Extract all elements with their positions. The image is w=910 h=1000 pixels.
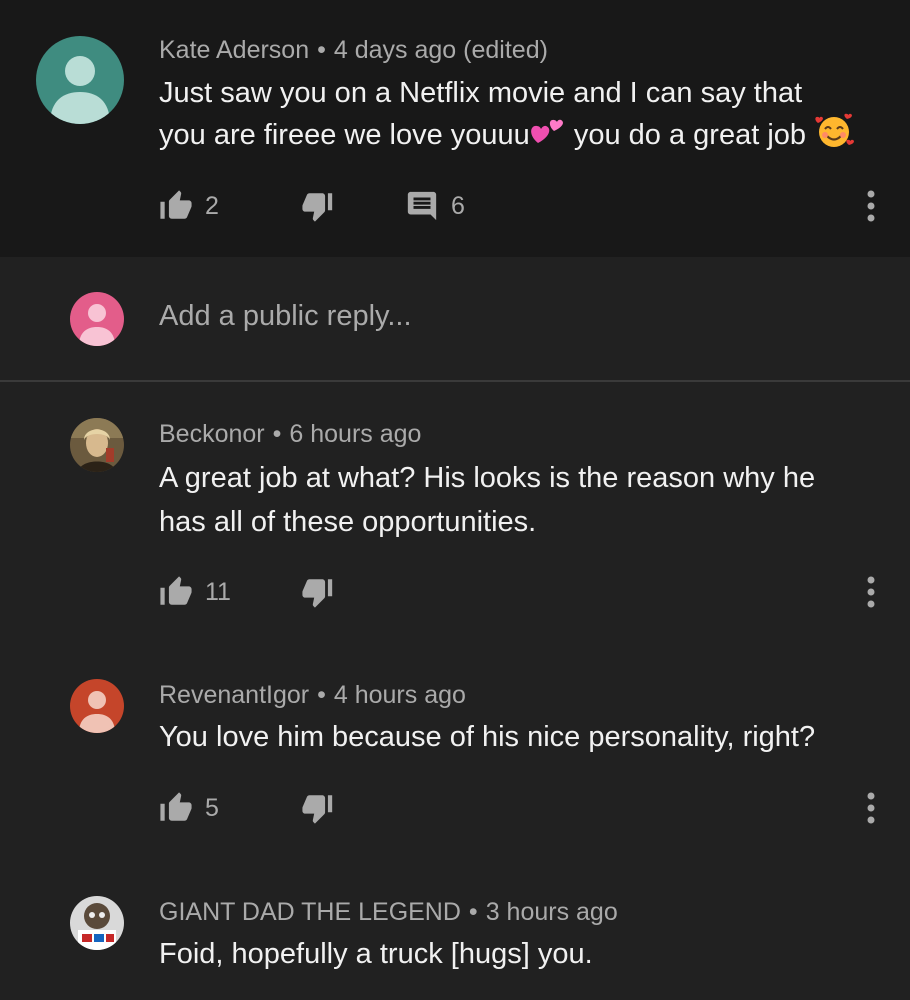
separator: •: [317, 681, 326, 709]
comment-meta: RevenantIgor • 4 hours ago: [159, 681, 466, 710]
reply-count: 6: [451, 191, 465, 220]
avatar[interactable]: [70, 896, 124, 950]
reply-input[interactable]: Add a public reply...: [159, 300, 412, 333]
comment-text: A great job at what? His looks is the re…: [159, 456, 899, 544]
dislike-button[interactable]: [301, 788, 335, 828]
more-options-button[interactable]: [861, 572, 881, 612]
two-hearts-emoji-icon: [530, 115, 566, 158]
like-count: 2: [205, 191, 219, 220]
dislike-button[interactable]: [301, 572, 335, 612]
timestamp[interactable]: 3 hours ago: [486, 898, 618, 926]
like-button[interactable]: 2: [159, 186, 219, 226]
like-button[interactable]: 5: [159, 788, 219, 828]
like-count: 11: [205, 577, 231, 606]
comment-meta: GIANT DAD THE LEGEND • 3 hours ago: [159, 898, 618, 927]
comment-text-part: you are fireee we love youuu: [159, 119, 530, 152]
default-avatar-icon: [70, 679, 124, 733]
more-options-button[interactable]: [861, 788, 881, 828]
comment-line: You love him because of his nice persona…: [159, 721, 816, 753]
avatar[interactable]: [70, 418, 124, 472]
replies-button[interactable]: 6: [405, 186, 465, 226]
add-reply-bar: [0, 257, 910, 382]
more-options-button[interactable]: [861, 186, 881, 226]
comment-text-part: you do a great job: [565, 119, 815, 152]
comment-line: you are fireee we love youuu you do a gr…: [159, 113, 899, 160]
top-comment: Kate Aderson • 4 days ago (edited) Just sa…: [0, 0, 910, 257]
comment-line: A great job at what? His looks is the re…: [159, 462, 816, 494]
default-avatar-icon: [70, 292, 124, 346]
comment-line: has all of these opportunities.: [159, 506, 537, 538]
thumbs-down-icon: [302, 193, 333, 222]
comment-text: Just saw you on a Netflix movie and I ca…: [159, 74, 899, 160]
comment-text: Foid, hopefully a truck [hugs] you.: [159, 935, 899, 974]
thumbs-down-icon: [302, 795, 333, 824]
thumbs-down-icon: [302, 579, 333, 608]
more-vert-icon: [867, 792, 875, 824]
timestamp[interactable]: 4 hours ago: [334, 681, 466, 709]
author-name[interactable]: GIANT DAD THE LEGEND: [159, 898, 461, 926]
author-name[interactable]: Beckonor: [159, 420, 265, 448]
comment-actions: 11: [159, 572, 559, 612]
comment-meta: Kate Aderson • 4 days ago (edited): [159, 36, 548, 65]
separator: •: [272, 420, 282, 448]
smiling-face-with-hearts-emoji-icon: [814, 113, 855, 160]
comment-actions: 5: [159, 788, 559, 828]
avatar: [70, 292, 124, 346]
like-count: 5: [205, 793, 219, 822]
thumbs-up-icon: [160, 576, 192, 605]
comment-meta: Beckonor • 6 hours ago: [159, 420, 421, 449]
user-photo-avatar-icon: [70, 418, 124, 472]
user-photo-avatar-icon: [70, 896, 124, 950]
thumbs-up-icon: [160, 792, 192, 821]
comment-line: Just saw you on a Netflix movie and I ca…: [159, 77, 803, 109]
dislike-button[interactable]: [301, 186, 335, 226]
thumbs-up-icon: [160, 190, 192, 219]
default-avatar-icon: [36, 36, 124, 124]
more-vert-icon: [867, 190, 875, 222]
comment-line: Foid, hopefully a truck [hugs] you.: [159, 938, 593, 970]
avatar[interactable]: [36, 36, 124, 124]
like-button[interactable]: 11: [159, 572, 231, 612]
comment-actions: 2 6: [159, 186, 859, 226]
more-vert-icon: [867, 576, 875, 608]
separator: •: [468, 898, 478, 926]
separator: •: [317, 36, 326, 64]
timestamp[interactable]: 6 hours ago: [289, 420, 421, 448]
timestamp[interactable]: 4 days ago (edited): [334, 36, 548, 64]
avatar[interactable]: [70, 679, 124, 733]
author-name[interactable]: Kate Aderson: [159, 36, 309, 64]
author-name[interactable]: RevenantIgor: [159, 681, 309, 709]
comment-text: You love him because of his nice persona…: [159, 718, 899, 757]
comment-icon: [407, 191, 437, 221]
